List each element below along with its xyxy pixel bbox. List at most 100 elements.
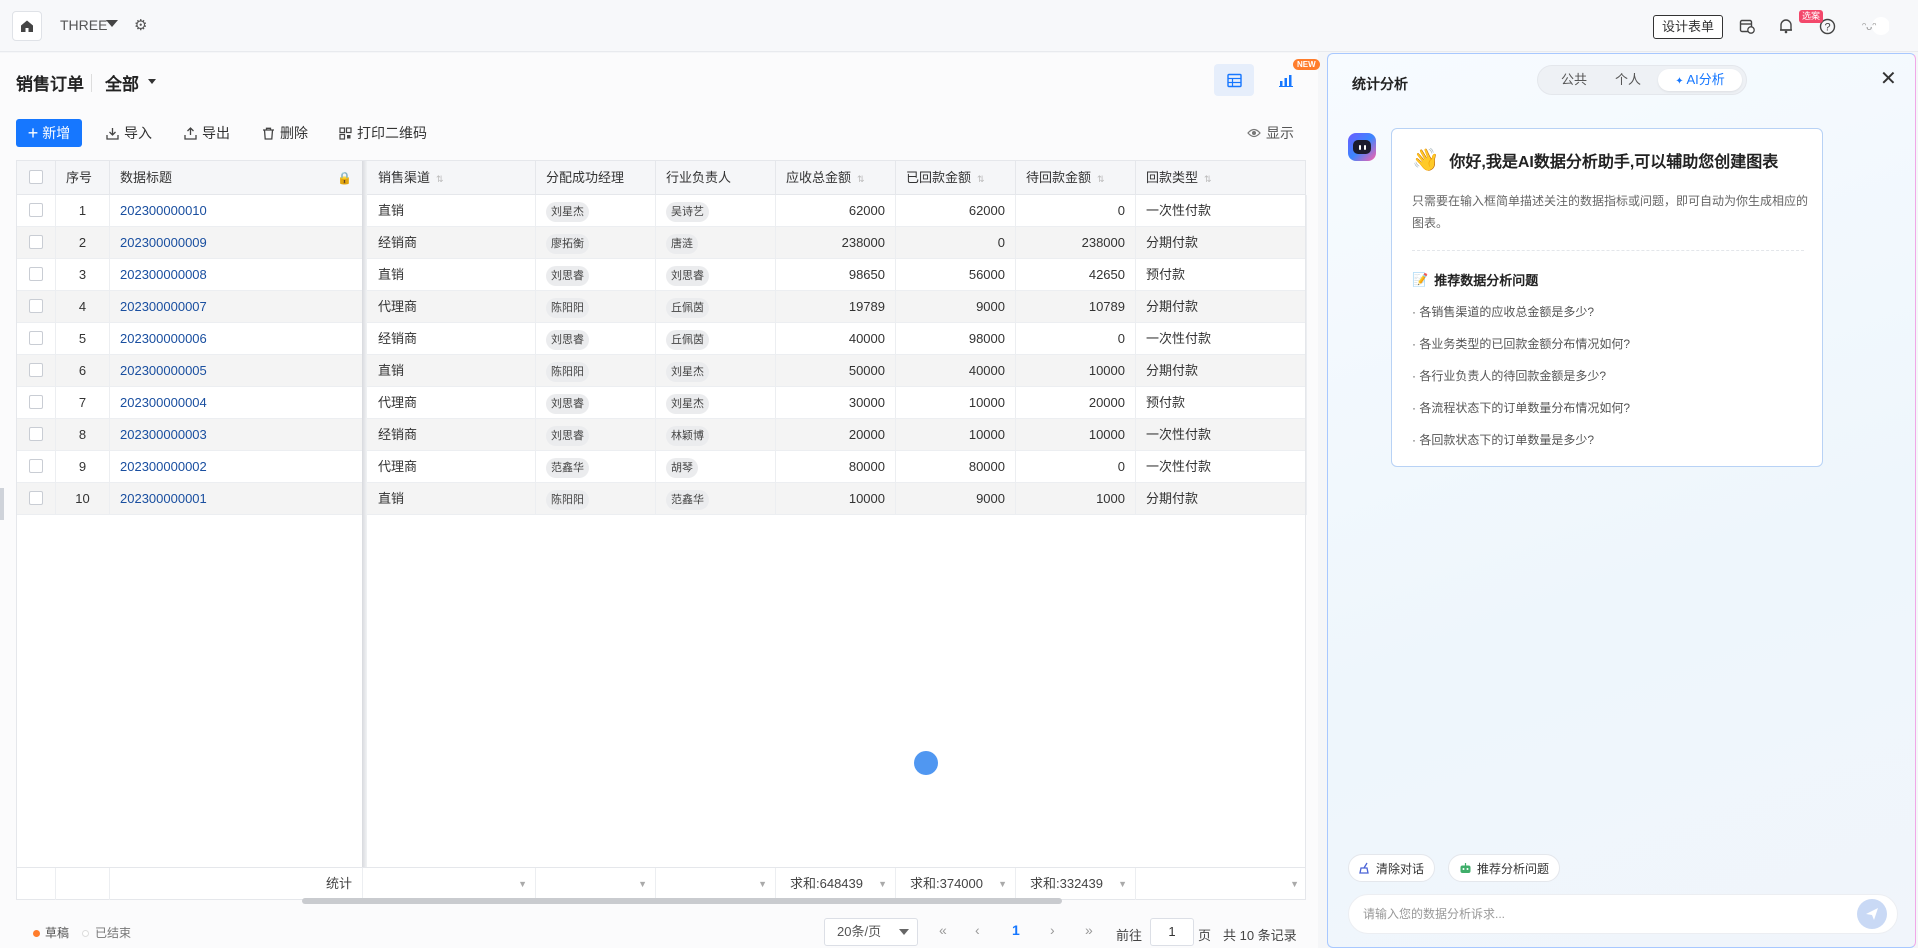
sort-icon[interactable]: ⇅ (977, 162, 985, 196)
cell-cb[interactable] (17, 483, 56, 515)
table-row[interactable]: 7 202300000004 代理商 刘思睿 刘星杰 30000 10000 20000 预付款 (17, 387, 1307, 419)
table-row[interactable]: 2 202300000009 经销商 廖拓衡 唐涟 238000 0 238000 分期付款 (17, 227, 1307, 259)
cell-title[interactable]: 202300000002 (110, 451, 363, 483)
column-header-pending[interactable]: 待回款金额 ⇅ (1016, 161, 1136, 195)
summary-owner-dropdown[interactable]: ▼ (656, 868, 776, 900)
export-button[interactable]: 导出 (184, 119, 230, 147)
row-checkbox[interactable] (29, 491, 43, 506)
summary-received[interactable]: 求和:374000 ▼ (896, 868, 1016, 900)
row-checkbox[interactable] (29, 459, 43, 474)
close-icon[interactable]: ✕ (1880, 66, 1897, 91)
view-caret-icon[interactable] (148, 79, 156, 84)
send-button[interactable] (1857, 899, 1887, 929)
calendar-clock-icon[interactable] (1737, 16, 1757, 36)
row-checkbox[interactable] (29, 427, 43, 442)
sort-icon[interactable]: ⇅ (857, 162, 865, 196)
bell-icon[interactable] (1776, 16, 1796, 36)
column-header-paytype[interactable]: 回款类型 ⇅ (1136, 161, 1307, 195)
freeze-column-divider[interactable] (362, 161, 367, 899)
cell-cb[interactable] (17, 387, 56, 419)
cell-title[interactable]: 202300000006 (110, 323, 363, 355)
table-row[interactable]: 10 202300000001 直销 陈阳阳 范鑫华 10000 9000 1000 分期付款 (17, 483, 1307, 515)
sort-icon[interactable]: ⇅ (436, 162, 444, 196)
table-row[interactable]: 5 202300000006 经销商 刘思睿 丘佩茵 40000 98000 0 一次性付款 (17, 323, 1307, 355)
cell-title[interactable]: 202300000010 (110, 195, 363, 227)
table-row[interactable]: 1 202300000010 直销 刘星杰 吴诗艺 62000 62000 0 一次性付款 (17, 195, 1307, 227)
row-checkbox[interactable] (29, 203, 43, 218)
row-checkbox[interactable] (29, 299, 43, 314)
print-qrcode-button[interactable]: 打印二维码 (339, 119, 427, 147)
cell-title[interactable]: 202300000004 (110, 387, 363, 419)
horizontal-scrollbar[interactable] (302, 898, 1062, 904)
cell-title[interactable]: 202300000003 (110, 419, 363, 451)
summary-total[interactable]: 求和:648439 ▼ (776, 868, 896, 900)
tab-personal[interactable]: 个人 (1604, 69, 1652, 91)
cell-title[interactable]: 202300000001 (110, 483, 363, 515)
row-checkbox[interactable] (29, 235, 43, 250)
cell-cb[interactable] (17, 291, 56, 323)
lock-icon[interactable]: 🔒 (337, 161, 352, 195)
row-checkbox[interactable] (29, 363, 43, 378)
table-row[interactable]: 3 202300000008 直销 刘思睿 刘思睿 98650 56000 42650 预付款 (17, 259, 1307, 291)
table-row[interactable]: 4 202300000007 代理商 陈阳阳 丘佩茵 19789 9000 10789 分期付款 (17, 291, 1307, 323)
tab-ai-analysis[interactable]: ✦ AI分析 (1658, 69, 1742, 91)
table-row[interactable]: 8 202300000003 经销商 刘思睿 林颖博 20000 10000 10000 一次性… (17, 419, 1307, 451)
add-button[interactable]: + 新增 (16, 119, 82, 147)
view-selector[interactable]: 全部 (105, 70, 139, 95)
select-all-cell[interactable] (17, 161, 56, 195)
column-header-owner[interactable]: 行业负责人 (656, 161, 776, 195)
import-button[interactable]: 导入 (106, 119, 152, 147)
cell-cb[interactable] (17, 355, 56, 387)
table-view-button[interactable] (1214, 64, 1254, 96)
cell-cb[interactable] (17, 419, 56, 451)
recommended-question[interactable]: · 各回款状态下的订单数量是多少? (1412, 431, 1594, 448)
cell-title[interactable]: 202300000005 (110, 355, 363, 387)
table-row[interactable]: 9 202300000002 代理商 范鑫华 胡琴 80000 80000 0 一次性付款 (17, 451, 1307, 483)
recommended-question[interactable]: · 各流程状态下的订单数量分布情况如何? (1412, 399, 1630, 416)
user-avatar[interactable]: ᵔᴗᵔ (1858, 16, 1890, 36)
row-checkbox[interactable] (29, 331, 43, 346)
goto-page-input[interactable]: 1 (1150, 918, 1194, 946)
row-checkbox[interactable] (29, 395, 43, 410)
cell-cb[interactable] (17, 259, 56, 291)
app-name[interactable]: THREE (60, 17, 107, 33)
cell-cb[interactable] (17, 195, 56, 227)
column-header-received[interactable]: 已回款金额 ⇅ (896, 161, 1016, 195)
recommended-question[interactable]: · 各业务类型的已回款金额分布情况如何? (1412, 335, 1630, 352)
app-switch-caret-icon[interactable] (106, 20, 118, 27)
summary-channel-dropdown[interactable]: ▼ (368, 868, 536, 900)
page-number-current[interactable]: 1 (1012, 922, 1020, 938)
column-header-total[interactable]: 应收总金额 ⇅ (776, 161, 896, 195)
cell-cb[interactable] (17, 227, 56, 259)
cell-title[interactable]: 202300000009 (110, 227, 363, 259)
column-header-channel[interactable]: 销售渠道 ⇅ (368, 161, 536, 195)
sort-icon[interactable]: ⇅ (1097, 162, 1105, 196)
display-button[interactable]: 显示 (1247, 119, 1294, 147)
summary-manager-dropdown[interactable]: ▼ (536, 868, 656, 900)
app-settings-gear-icon[interactable]: ⚙ (134, 16, 147, 34)
row-checkbox[interactable] (29, 267, 43, 282)
cell-title[interactable]: 202300000007 (110, 291, 363, 323)
home-button[interactable] (12, 11, 42, 41)
select-all-checkbox[interactable] (29, 170, 43, 185)
tab-public[interactable]: 公共 (1550, 69, 1598, 91)
cell-cb[interactable] (17, 323, 56, 355)
page-size-select[interactable]: 20条/页 (824, 918, 918, 946)
design-form-button[interactable]: 设计表单 (1653, 15, 1724, 39)
summary-pending[interactable]: 求和:332439 ▼ (1016, 868, 1136, 900)
clear-chat-button[interactable]: 清除对话 (1348, 854, 1436, 882)
recommended-question[interactable]: · 各销售渠道的应收总金额是多少? (1412, 303, 1594, 320)
recommend-questions-button[interactable]: 推荐分析问题 (1448, 854, 1561, 882)
cell-title[interactable]: 202300000008 (110, 259, 363, 291)
recommended-question[interactable]: · 各行业负责人的待回款金额是多少? (1412, 367, 1606, 384)
collapse-handle[interactable] (0, 488, 4, 520)
last-page-icon[interactable]: » (1085, 922, 1093, 938)
table-row[interactable]: 6 202300000005 直销 陈阳阳 刘星杰 50000 40000 10000 分期付款 (17, 355, 1307, 387)
first-page-icon[interactable]: « (939, 922, 947, 938)
delete-button[interactable]: 删除 (262, 119, 308, 147)
column-header-manager[interactable]: 分配成功经理 (536, 161, 656, 195)
sort-icon[interactable]: ⇅ (1204, 162, 1212, 196)
prev-page-icon[interactable]: ‹ (975, 922, 980, 938)
next-page-icon[interactable]: › (1050, 922, 1055, 938)
summary-paytype-dropdown[interactable]: ▼ (1136, 868, 1307, 900)
